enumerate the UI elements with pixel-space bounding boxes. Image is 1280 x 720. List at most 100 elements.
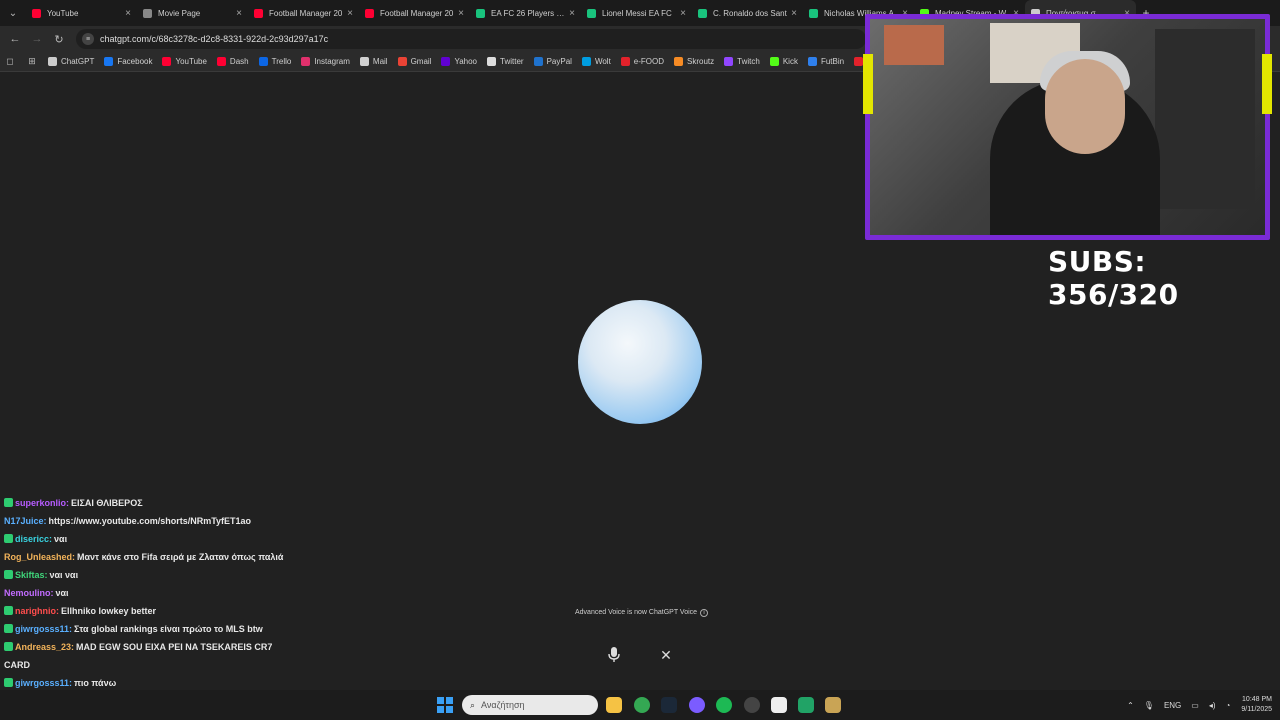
bookmark-favicon-icon bbox=[807, 57, 817, 66]
bookmark-item[interactable]: ChatGPT bbox=[48, 57, 94, 66]
bookmark-label: Instagram bbox=[314, 57, 350, 66]
microphone-button[interactable] bbox=[599, 640, 629, 670]
microphone-tray-icon[interactable]: 🎙︎ bbox=[1144, 701, 1154, 710]
bookmark-item[interactable]: YouTube bbox=[162, 57, 207, 66]
bookmark-item[interactable]: Twitch bbox=[724, 57, 760, 66]
url-field[interactable]: ≡ chatgpt.com/c/68c3278c-d2c8-8331-922d-… bbox=[76, 29, 866, 49]
taskbar-search[interactable]: ⌕ Αναζήτηση bbox=[462, 695, 598, 715]
chat-username[interactable]: N17Juice: bbox=[4, 516, 47, 526]
chat-username[interactable]: giwrgosss11: bbox=[15, 678, 72, 688]
bookmark-label: Yahoo bbox=[454, 57, 478, 66]
browser-tab[interactable]: YouTube × bbox=[26, 0, 137, 26]
clock[interactable]: 10:48 PM 9/11/2025 bbox=[1241, 695, 1272, 715]
bookmark-item[interactable]: Skroutz bbox=[674, 57, 714, 66]
excel-icon[interactable] bbox=[798, 697, 814, 713]
chat-username[interactable]: disericc: bbox=[15, 534, 52, 544]
bookmark-favicon-icon bbox=[48, 57, 57, 66]
chat-username[interactable]: giwrgosss11: bbox=[15, 624, 72, 634]
chat-message: disericc: ναι bbox=[4, 530, 300, 548]
reload-icon[interactable]: ↻ bbox=[48, 33, 70, 46]
tab-close-icon[interactable]: × bbox=[458, 8, 464, 19]
site-info-icon[interactable]: ≡ bbox=[82, 33, 94, 45]
bookmark-favicon-icon bbox=[216, 57, 226, 66]
chat-badge-icon bbox=[4, 534, 13, 543]
chat-username[interactable]: Nemoulino: bbox=[4, 588, 54, 598]
tab-close-icon[interactable]: × bbox=[680, 8, 686, 19]
chat-username[interactable]: Andreass_23: bbox=[15, 642, 74, 652]
bookmark-favicon-icon bbox=[769, 57, 779, 66]
network-icon[interactable]: ◔ bbox=[1226, 701, 1231, 710]
bookmark-item[interactable]: Twitter bbox=[487, 57, 524, 66]
chevron-up-icon[interactable]: ⌃ bbox=[1127, 701, 1134, 710]
chat-username[interactable]: narighnio: bbox=[15, 606, 59, 616]
windows-start-icon[interactable] bbox=[437, 697, 453, 713]
bookmark-item[interactable]: Trello bbox=[258, 57, 291, 66]
bookmark-square-icon[interactable]: ◻ bbox=[4, 56, 16, 68]
bookmark-item[interactable]: Yahoo bbox=[441, 57, 477, 66]
tab-favicon-icon bbox=[32, 8, 41, 18]
browser-tab[interactable]: EA FC 26 Players - U × bbox=[470, 0, 581, 26]
browser-tab[interactable]: Lionel Messi EA FC × bbox=[581, 0, 692, 26]
chrome-icon[interactable] bbox=[634, 697, 650, 713]
bookmark-label: ChatGPT bbox=[61, 57, 95, 66]
bookmark-label: Dash bbox=[229, 57, 249, 66]
bookmark-item[interactable]: e-FOOD bbox=[620, 57, 664, 66]
capcut-icon[interactable] bbox=[771, 697, 787, 713]
spotify-icon[interactable] bbox=[716, 697, 732, 713]
back-icon[interactable]: ← bbox=[4, 33, 26, 45]
bookmark-item[interactable]: Gmail bbox=[397, 57, 432, 66]
tab-favicon-icon bbox=[365, 8, 374, 18]
file-explorer-icon[interactable] bbox=[606, 697, 622, 713]
stream-chat: superkonlio: ΕΙΣΑΙ ΘΛΙΒΕΡΟΣ N17Juice: https… bbox=[4, 494, 300, 710]
steam-icon[interactable] bbox=[661, 697, 677, 713]
bookmark-item[interactable]: Dash bbox=[216, 57, 249, 66]
search-icon: ⌕ bbox=[470, 699, 476, 710]
bookmark-item[interactable]: FutBin bbox=[807, 57, 844, 66]
tab-close-icon[interactable]: × bbox=[236, 8, 242, 19]
tab-title: Football Manager 20 bbox=[380, 8, 454, 18]
tab-close-icon[interactable]: × bbox=[125, 8, 131, 19]
bookmark-favicon-icon bbox=[301, 57, 311, 66]
bookmark-item[interactable]: Kick bbox=[769, 57, 798, 66]
tab-title: Movie Page bbox=[158, 8, 201, 18]
league-icon[interactable] bbox=[825, 697, 841, 713]
tab-search-icon[interactable]: ⌄ bbox=[0, 0, 26, 26]
bookmark-item[interactable]: Wolt bbox=[581, 57, 611, 66]
close-voice-button[interactable]: ✕ bbox=[651, 640, 681, 670]
bookmark-label: Gmail bbox=[410, 57, 432, 66]
bookmark-favicon-icon bbox=[359, 57, 369, 66]
volume-icon[interactable]: ◂) bbox=[1209, 701, 1216, 710]
voice-notice-text: Advanced Voice is now ChatGPT Voice bbox=[575, 609, 698, 616]
chat-username[interactable]: superkonlio: bbox=[15, 498, 69, 508]
chat-text: ναι ναι bbox=[49, 570, 79, 580]
discord-icon[interactable] bbox=[689, 697, 705, 713]
chat-text: ΕΙΣΑΙ ΘΛΙΒΕΡΟΣ bbox=[71, 498, 143, 508]
chat-username[interactable]: Rog_Unleashed: bbox=[4, 552, 75, 562]
tab-close-icon[interactable]: × bbox=[791, 8, 797, 19]
bookmark-favicon-icon bbox=[162, 57, 172, 66]
bookmark-item[interactable]: Facebook bbox=[104, 57, 152, 66]
display-icon[interactable]: ▭ bbox=[1191, 701, 1199, 710]
info-icon[interactable]: i bbox=[700, 609, 709, 617]
chat-username[interactable]: Skiftas: bbox=[15, 570, 48, 580]
forward-icon[interactable]: → bbox=[26, 33, 48, 45]
browser-tab[interactable]: Football Manager 20 × bbox=[359, 0, 470, 26]
bookmark-item[interactable]: Mail bbox=[359, 57, 388, 66]
bookmark-favicon-icon bbox=[581, 57, 591, 66]
chat-text: Στα global rankings είναι πρώτο το MLS b… bbox=[74, 624, 263, 634]
tab-favicon-icon bbox=[698, 8, 707, 18]
tab-close-icon[interactable]: × bbox=[569, 8, 575, 19]
bookmark-item[interactable]: Instagram bbox=[301, 57, 350, 66]
language-indicator[interactable]: ENG bbox=[1164, 701, 1181, 710]
tab-close-icon[interactable]: × bbox=[347, 8, 353, 19]
browser-tab[interactable]: C. Ronaldo dos Sant × bbox=[692, 0, 803, 26]
browser-tab[interactable]: Movie Page × bbox=[137, 0, 248, 26]
apps-grid-icon[interactable]: ⊞ bbox=[26, 56, 38, 68]
bookmark-label: Facebook bbox=[117, 57, 153, 66]
bookmark-label: YouTube bbox=[175, 57, 207, 66]
bookmark-item[interactable]: PayPal bbox=[533, 57, 572, 66]
obs-icon[interactable] bbox=[744, 697, 760, 713]
taskbar: ⌕ Αναζήτηση ⌃ 🎙︎ ENG ▭ ◂) ◔ 10:48 PM 9/1… bbox=[0, 690, 1280, 720]
bookmark-favicon-icon bbox=[397, 57, 407, 66]
browser-tab[interactable]: Football Manager 20 × bbox=[248, 0, 359, 26]
